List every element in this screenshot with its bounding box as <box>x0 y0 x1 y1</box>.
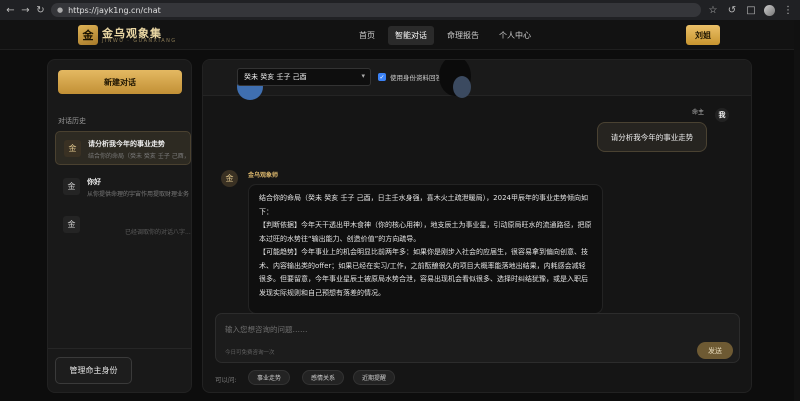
site-header: 金 金乌观象集 JINWU · GUANXIANG 首页 智能对话 命理报告 个… <box>0 20 800 50</box>
bot-message-paragraph: 【可能趋势】今年事业上的机会明显比前两年多：如果你是刚步入社会的应届生，很容易拿… <box>259 248 588 297</box>
sidebar-divider <box>48 348 191 349</box>
bazi-select[interactable]: 癸未 癸亥 壬子 己酉 ▾ <box>237 68 371 86</box>
address-bar[interactable]: ● https://jayk1ng.cn/chat <box>51 3 701 17</box>
profile-icon[interactable] <box>764 4 775 16</box>
avatar: 金 <box>64 140 81 157</box>
sync-icon[interactable]: ↺ <box>726 5 738 16</box>
new-chat-button[interactable]: 新建对话 <box>58 70 182 94</box>
history-item-title: 你好 <box>87 178 101 186</box>
nav-home[interactable]: 首页 <box>352 26 382 45</box>
conversation-sidebar: 新建对话 对话历史 金 请分析我今年的事业走势 结合你的命局（癸未 癸亥 壬子 … <box>47 59 192 393</box>
forward-icon[interactable]: → <box>21 5 30 16</box>
menu-icon[interactable]: ⋮ <box>782 5 794 16</box>
message-composer: 今日可免费咨询一次 发送 <box>215 313 740 363</box>
suggestions-label: 可以问: <box>215 376 237 384</box>
message-input[interactable] <box>225 322 645 336</box>
history-item-title: 请分析我今年的事业走势 <box>88 140 165 148</box>
bot-name-label: 金乌观象师 <box>248 172 279 179</box>
extensions-icon[interactable]: □ <box>745 5 757 16</box>
avatar: 金 <box>63 178 80 195</box>
lock-icon: ● <box>57 6 64 14</box>
bot-message-paragraph: 结合你的命局（癸未 癸亥 壬子 己酉，日主壬水身强，喜木火土疏泄暖局），2024… <box>259 194 588 216</box>
avatar: 我 <box>715 108 729 122</box>
avatar: 金 <box>63 216 80 233</box>
nav-profile[interactable]: 个人中心 <box>492 26 538 45</box>
bot-message-paragraph: 【判断依据】今年天干透出甲木食神（你的核心用神），地支辰土为事业星，引动原局旺水… <box>259 221 592 243</box>
browser-toolbar: ← → ↻ ● https://jayk1ng.cn/chat ☆ ↺ □ ⋮ <box>0 0 800 20</box>
history-item[interactable]: 金 请分析我今年的事业走势 结合你的命局（癸未 癸亥 壬子 己酉，日主... <box>55 131 191 165</box>
back-icon[interactable]: ← <box>6 5 15 16</box>
bazi-select-value: 癸未 癸亥 壬子 己酉 <box>244 73 307 81</box>
chevron-down-icon: ▾ <box>361 72 365 80</box>
chat-panel: 癸未 癸亥 壬子 己酉 ▾ ✓ 使用身份资料回答 命主 我 请分析我今年的事业走… <box>202 59 752 393</box>
nav-report[interactable]: 命理报告 <box>440 26 486 45</box>
top-nav: 首页 智能对话 命理报告 个人中心 <box>352 26 538 45</box>
logo-icon[interactable]: 金 <box>78 25 98 45</box>
avatar: 金 <box>221 170 238 187</box>
decor-shape <box>453 76 471 98</box>
suggestion-chip[interactable]: 感情关系 <box>302 370 345 385</box>
page-scrollbar[interactable] <box>794 20 800 401</box>
manage-identity-button[interactable]: 管理命主身份 <box>55 357 132 384</box>
url-text: https://jayk1ng.cn/chat <box>68 5 161 15</box>
user-message: 请分析我今年的事业走势 <box>597 122 707 152</box>
star-icon[interactable]: ☆ <box>707 5 719 16</box>
history-item[interactable]: 金 你好 从你提供命理的宇宙作用提取财理业务... <box>55 170 191 204</box>
bot-message: 结合你的命局（癸未 癸亥 壬子 己酉，日主壬水身强，喜木火土疏泄暖局），2024… <box>248 184 603 314</box>
suggestion-chip[interactable]: 事业走势 <box>248 370 291 385</box>
history-title: 对话历史 <box>58 117 86 125</box>
history-item-preview: 已经调取你的对话八字... <box>125 229 191 236</box>
chat-toolbar: 癸未 癸亥 壬子 己酉 ▾ ✓ 使用身份资料回答 <box>203 60 751 100</box>
send-button[interactable]: 发送 <box>697 342 733 359</box>
reload-icon[interactable]: ↻ <box>36 5 45 16</box>
use-profile-label: 使用身份资料回答 <box>390 74 442 82</box>
suggestion-chip[interactable]: 近期提醒 <box>353 370 396 385</box>
user-name-label: 命主 <box>692 109 705 116</box>
nav-chat[interactable]: 智能对话 <box>388 26 434 45</box>
history-item[interactable]: 金 <box>55 208 191 242</box>
history-item-preview: 从你提供命理的宇宙作用提取财理业务... <box>87 191 189 198</box>
composer-hint: 今日可免费咨询一次 <box>225 350 275 356</box>
user-menu-button[interactable]: 刘姐 <box>686 25 720 45</box>
use-profile-checkbox[interactable]: ✓ <box>378 73 386 81</box>
site-subtitle: JINWU · GUANXIANG <box>102 38 177 44</box>
history-item-preview: 结合你的命局（癸未 癸亥 壬子 己酉，日主... <box>88 153 190 160</box>
